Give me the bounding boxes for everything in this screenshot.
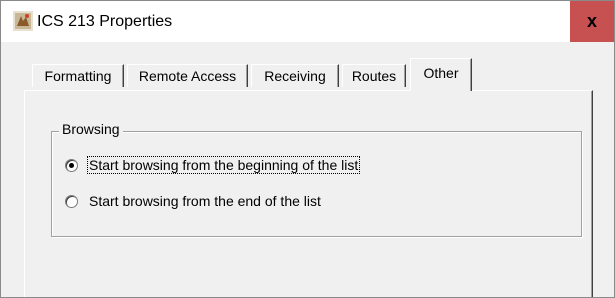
radio-label-beginning[interactable]: Start browsing from the beginning of the… [86, 156, 361, 174]
radio-button-selected[interactable] [65, 158, 78, 172]
browsing-group-label: Browsing [59, 120, 123, 138]
tab-strip: Formatting Remote Access Receiving Route… [1, 57, 614, 91]
close-button[interactable]: x [570, 1, 614, 42]
radio-start-beginning[interactable]: Start browsing from the beginning of the… [65, 155, 361, 175]
properties-dialog: ICS 213 Properties x Formatting Remote A… [0, 0, 615, 298]
tab-other[interactable]: Other [410, 58, 472, 91]
radio-label-end[interactable]: Start browsing from the end of the list [88, 193, 322, 209]
radio-start-end[interactable]: Start browsing from the end of the list [65, 191, 322, 211]
close-icon: x [586, 11, 597, 31]
tab-formatting[interactable]: Formatting [32, 64, 124, 87]
tab-receiving[interactable]: Receiving [251, 64, 339, 87]
window-title: ICS 213 Properties [37, 13, 173, 30]
tab-remote-access[interactable]: Remote Access [127, 64, 248, 87]
radio-button-unselected[interactable] [65, 194, 78, 208]
radio-selected-dot [69, 162, 74, 168]
title-bar[interactable]: ICS 213 Properties x [1, 1, 614, 42]
tab-routes[interactable]: Routes [342, 64, 406, 87]
application-icon [13, 11, 33, 31]
browsing-group [51, 131, 582, 237]
